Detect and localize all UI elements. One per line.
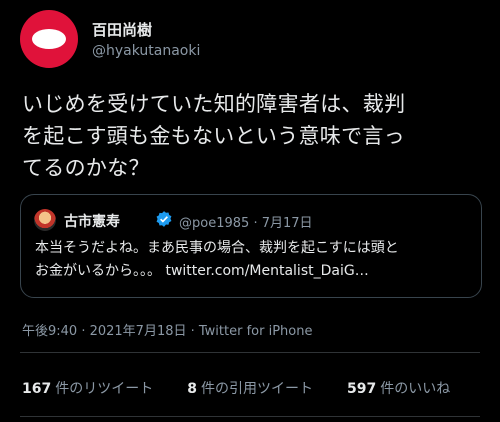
quoted-text: 本当そうだよね。まあ民事の場合、裁判を起こすには頭と お金がいるから。。。 tw… <box>35 237 475 283</box>
retweets-label: 件のリツイート <box>55 381 154 397</box>
retweets-stat[interactable]: 167 件のリツイート <box>22 378 153 398</box>
quoted-avatar[interactable] <box>34 209 56 231</box>
author-display-name[interactable]: 百田尚樹 <box>92 19 152 40</box>
quotes-label: 件の引用ツイート <box>200 381 313 397</box>
likes-label: 件のいいね <box>380 381 451 397</box>
quoted-date[interactable]: 7月17日 <box>262 216 313 231</box>
author-handle[interactable]: @hyakutanaoki <box>92 43 200 59</box>
quoted-tweet[interactable]: 古市憲寿 @poe1985 · 7月17日 本当そうだよね。まあ民事の場合、裁判… <box>20 194 482 298</box>
tweet-header: 百田尚樹 @hyakutanaoki <box>20 10 480 70</box>
avatar[interactable] <box>20 10 78 68</box>
divider <box>20 352 480 353</box>
retweets-count: 167 <box>22 381 52 397</box>
tweet-timestamp[interactable]: 午後9:40 · 2021年7月18日 · Twitter for iPhone <box>22 320 312 339</box>
quoted-link[interactable]: twitter.com/Mentalist_DaiG… <box>165 263 368 279</box>
meta-separator: · <box>253 216 258 231</box>
engagement-stats: 167 件のリツイート 8 件の引用ツイート 597 件のいいね <box>22 378 482 398</box>
quoted-meta: @poe1985 · 7月17日 <box>179 212 313 231</box>
quotes-stat[interactable]: 8 件の引用ツイート <box>187 378 313 398</box>
avatar-logo <box>32 29 66 49</box>
divider <box>20 416 480 417</box>
likes-stat[interactable]: 597 件のいいね <box>347 378 450 398</box>
likes-count: 597 <box>346 381 377 397</box>
quotes-count: 8 <box>187 381 197 397</box>
quoted-handle[interactable]: @poe1985 <box>179 216 249 231</box>
verified-badge-icon <box>156 211 172 227</box>
tweet-text: いじめを受けていた知的障害者は、裁判 を起こす頭も金もないという意味で言っ てる… <box>22 92 406 180</box>
quoted-display-name[interactable]: 古市憲寿 <box>64 211 120 231</box>
